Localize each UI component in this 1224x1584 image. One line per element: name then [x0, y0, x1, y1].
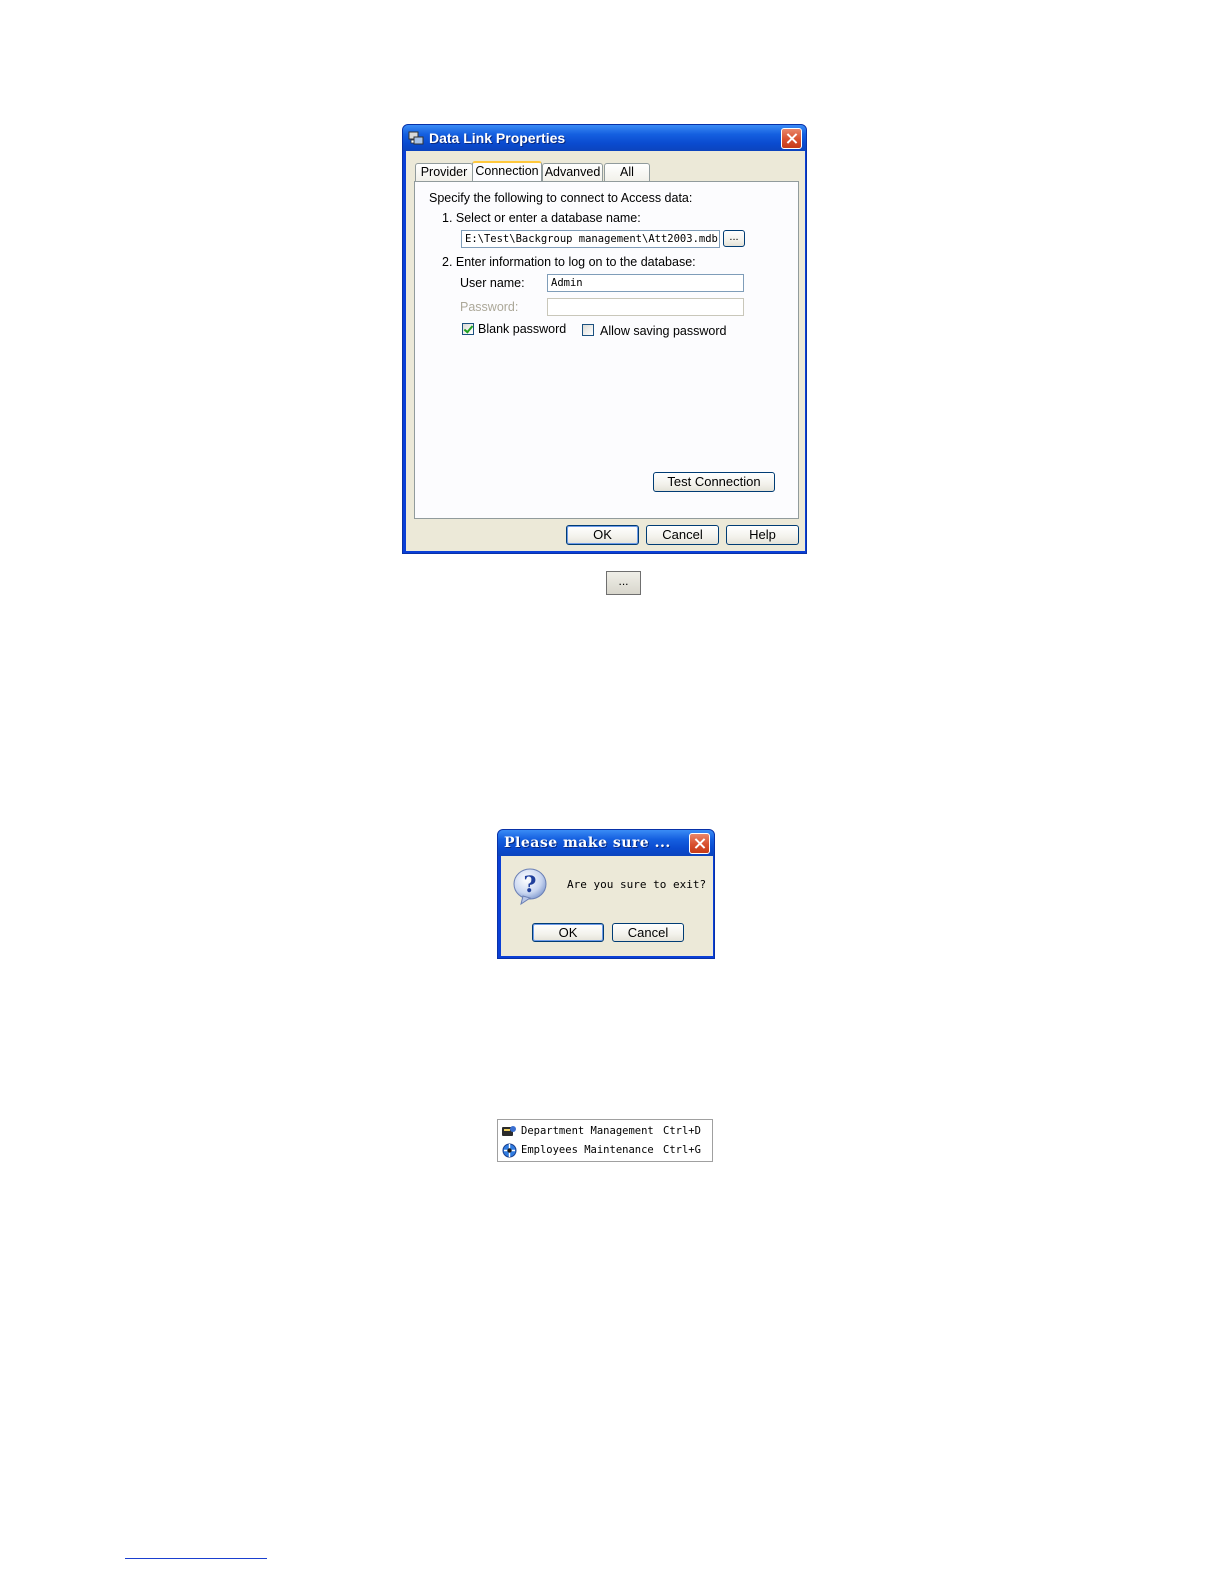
menu-item-label: Department Management: [521, 1125, 654, 1137]
confirm-message: Are you sure to exit?: [567, 878, 707, 891]
help-button[interactable]: Help: [726, 525, 799, 545]
confirm-body: ? Are you sure to exit? OK Cancel: [501, 856, 713, 956]
tab-label: Connection: [475, 164, 539, 178]
tab-advanced[interactable]: Advanved: [542, 163, 603, 181]
close-icon[interactable]: [689, 833, 710, 854]
data-link-icon: [408, 131, 424, 145]
window-title: Data Link Properties: [429, 130, 566, 146]
database-name-input[interactable]: E:\Test\Backgroup management\Att2003.mdb: [461, 230, 720, 248]
tab-all[interactable]: All: [604, 163, 650, 181]
password-input[interactable]: [547, 298, 744, 316]
tab-label: Provider: [420, 165, 468, 179]
confirm-cancel-button[interactable]: Cancel: [612, 923, 684, 942]
window-title-bar[interactable]: Data Link Properties: [403, 125, 806, 151]
username-label: User name:: [460, 276, 525, 290]
password-label: Password:: [460, 300, 519, 314]
dialog-body: Provider Connection Advanved All Specify…: [406, 151, 805, 551]
svg-text:?: ?: [524, 872, 537, 898]
test-connection-button[interactable]: Test Connection: [653, 472, 775, 492]
blank-password-label[interactable]: Blank password: [478, 322, 566, 336]
browse-button[interactable]: ...: [723, 230, 745, 247]
menu-item-department-management[interactable]: Department Management Ctrl+D: [498, 1122, 712, 1141]
question-icon: ?: [513, 868, 547, 906]
step1-label: 1. Select or enter a database name:: [442, 211, 641, 225]
help-label: Help: [749, 527, 776, 542]
data-link-properties-window: Data Link Properties Provider Connection…: [402, 124, 807, 554]
browse-button-label: ...: [729, 231, 739, 243]
ok-button[interactable]: OK: [566, 525, 639, 545]
tab-connection[interactable]: Connection: [472, 161, 542, 182]
department-icon: [502, 1126, 516, 1136]
cancel-label: Cancel: [627, 925, 669, 940]
tab-label: Advanved: [544, 165, 601, 179]
footer-divider: [125, 1558, 267, 1559]
ok-label: OK: [593, 527, 612, 542]
standalone-browse-button[interactable]: ...: [606, 571, 641, 595]
context-menu: Department Management Ctrl+D Employees M…: [497, 1119, 713, 1162]
confirm-title: Please make sure ...: [504, 835, 671, 851]
menu-item-shortcut: Ctrl+G: [663, 1144, 701, 1156]
cancel-button[interactable]: Cancel: [646, 525, 719, 545]
intro-text: Specify the following to connect to Acce…: [429, 191, 693, 205]
tab-strip: Provider Connection Advanved All: [415, 161, 805, 183]
connection-tab-panel: Specify the following to connect to Acce…: [414, 181, 799, 519]
tab-label: All: [620, 165, 634, 179]
allow-saving-password-label[interactable]: Allow saving password: [600, 324, 726, 338]
browse-button-label: ...: [618, 574, 629, 588]
menu-item-shortcut: Ctrl+D: [663, 1125, 701, 1137]
close-icon[interactable]: [781, 128, 802, 149]
menu-item-label: Employees Maintenance: [521, 1144, 654, 1156]
confirm-ok-button[interactable]: OK: [532, 923, 604, 942]
confirm-exit-dialog: Please make sure ... ? Are you sure to e…: [497, 829, 715, 959]
tab-provider[interactable]: Provider: [415, 163, 473, 181]
test-connection-label: Test Connection: [667, 474, 761, 489]
step2-label: 2. Enter information to log on to the da…: [442, 255, 696, 269]
employees-icon: [502, 1143, 517, 1158]
allow-saving-password-checkbox[interactable]: [582, 324, 594, 336]
username-input[interactable]: Admin: [547, 274, 744, 292]
confirm-title-bar[interactable]: Please make sure ...: [498, 830, 714, 856]
ok-label: OK: [558, 925, 578, 940]
menu-item-employees-maintenance[interactable]: Employees Maintenance Ctrl+G: [498, 1141, 712, 1160]
blank-password-checkbox[interactable]: [462, 323, 474, 335]
cancel-label: Cancel: [662, 527, 703, 542]
